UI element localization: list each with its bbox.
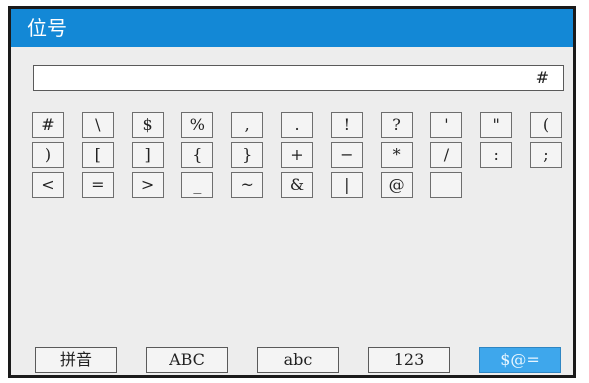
symbol-key[interactable]: \ [81, 112, 114, 138]
keyboard-panel: # # \ $%,.!? ' " () [] {} + − * /:; < = > _ ~ & | @ 拼音 ABC ab… [11, 47, 573, 375]
symbol-key[interactable]: = [81, 172, 114, 198]
symbol-key[interactable]: { [181, 142, 214, 168]
symbol-key-blank[interactable] [430, 172, 463, 198]
symbol-key[interactable]: ! [330, 112, 363, 138]
mode-button[interactable]: abc [257, 347, 339, 373]
symbol-key[interactable]: % [181, 112, 214, 138]
mode-button[interactable]: 拼音 [35, 347, 117, 373]
dialog-frame: 位号 # # \ $%,.!? ' " () [] {} + − * /:; < = > _ ~ & | @ 拼音 AB… [8, 6, 576, 378]
symbol-key[interactable]: & [281, 172, 313, 198]
tag-input-field[interactable]: # [33, 65, 564, 91]
symbol-key[interactable]: ; [530, 142, 562, 168]
dialog-title: 位号 [11, 9, 573, 47]
symbol-key[interactable]: < [32, 172, 64, 198]
symbol-key[interactable]: " [480, 112, 513, 138]
symbol-key[interactable]: * [380, 142, 413, 168]
symbol-key[interactable]: / [430, 142, 463, 168]
symbol-key[interactable]: # [32, 112, 64, 138]
symbol-key[interactable]: ~ [231, 172, 264, 198]
symbol-key[interactable]: : [480, 142, 513, 168]
symbol-key[interactable]: ) [32, 142, 64, 168]
mode-button[interactable]: 123 [368, 347, 450, 373]
symbol-key[interactable]: ' [430, 112, 463, 138]
symbol-key[interactable]: > [131, 172, 164, 198]
symbol-key[interactable]: ] [131, 142, 164, 168]
symbol-key[interactable]: _ [181, 172, 214, 198]
mode-button[interactable]: $@= [479, 347, 561, 373]
symbol-key[interactable]: + [281, 142, 313, 168]
symbol-key[interactable]: | [330, 172, 363, 198]
mode-button[interactable]: ABC [146, 347, 228, 373]
symbol-key[interactable]: − [330, 142, 363, 168]
symbol-key[interactable]: , [231, 112, 264, 138]
symbol-key[interactable]: @ [380, 172, 413, 198]
symbol-key[interactable]: [ [81, 142, 114, 168]
symbol-key[interactable]: ( [530, 112, 562, 138]
symbol-key[interactable]: ? [380, 112, 413, 138]
symbol-key[interactable]: $ [131, 112, 164, 138]
symbol-key[interactable]: . [281, 112, 313, 138]
symbol-key[interactable]: } [231, 142, 264, 168]
